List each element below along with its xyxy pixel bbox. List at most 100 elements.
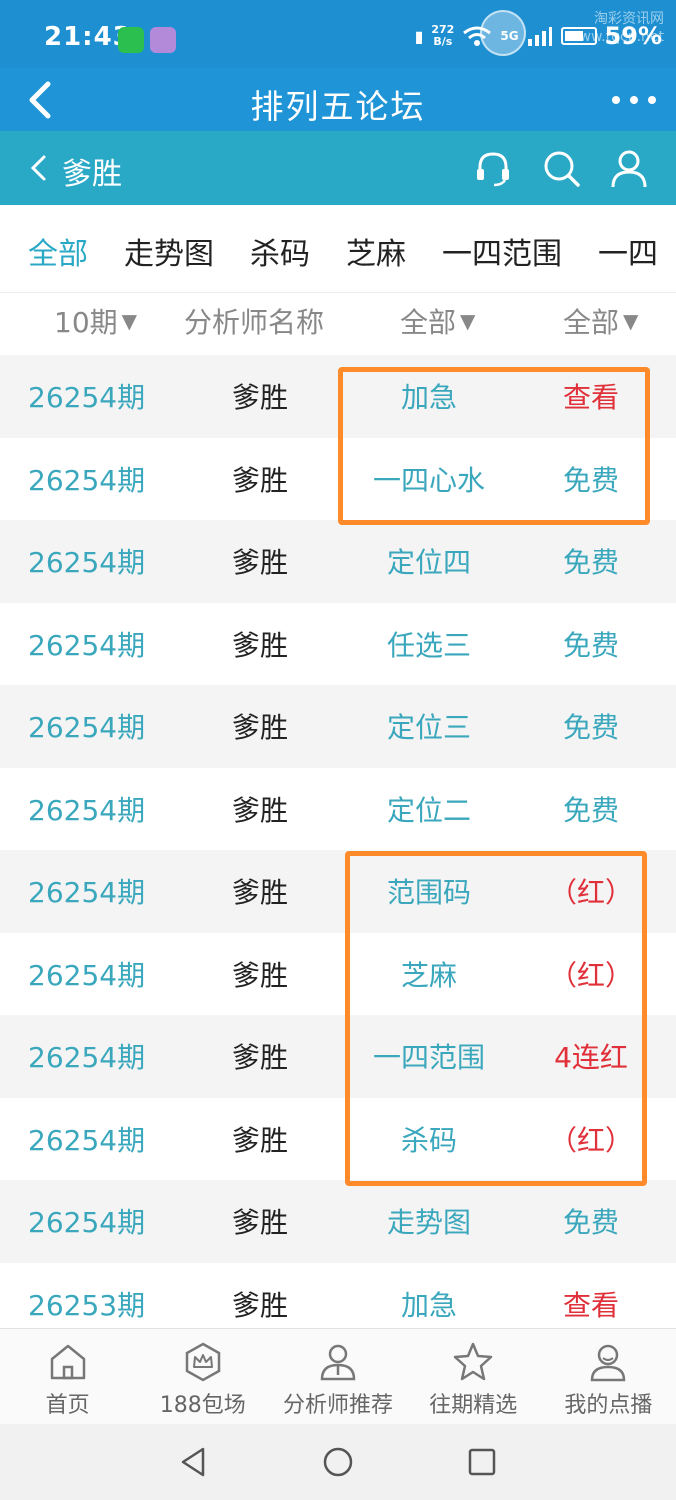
system-back-icon[interactable] [178,1446,210,1478]
prediction-list: 26254期 爹胜 加急 查看 26254期 爹胜 一四心水 免费 26254期… [0,355,676,1345]
signal-icon [527,27,552,46]
table-row[interactable]: 26254期 爹胜 一四范围 4连红 [0,1015,676,1098]
analyst-title[interactable]: 爹胜 [62,149,122,193]
status-filter[interactable]: 全部 ▼ [563,301,638,341]
row-period: 26254期 [28,1041,146,1075]
caret-down-icon: ▼ [460,309,476,333]
row-analyst: 爹胜 [231,711,288,745]
wechat-icon [118,27,144,53]
watermark: 淘彩资讯网 www.tqcp.net [568,11,664,45]
table-row[interactable]: 26254期 爹胜 定位二 免费 [0,767,676,851]
row-period: 26254期 [28,628,146,662]
row-status[interactable]: （红） [520,850,662,933]
title-bar: 排列五论坛 [0,68,676,131]
row-type: 芝麻 [400,958,457,992]
row-period: 26254期 [28,793,146,827]
category-tabs: 全部 走势图 杀码 芝麻 一四范围 一四 [0,205,676,293]
more-menu-icon[interactable] [612,82,656,118]
row-status[interactable]: 免费 [520,685,662,768]
tab-one-four[interactable]: 一四 [598,229,658,273]
row-status[interactable]: 免费 [520,438,662,521]
table-row[interactable]: 26254期 爹胜 任选三 免费 [0,602,676,686]
tab-kill-code[interactable]: 杀码 [250,229,310,273]
filter-bar: 10期 ▼ 分析师名称 全部 ▼ 全部 ▼ [0,293,676,355]
row-period: 26254期 [28,546,146,580]
tab-one-four-range[interactable]: 一四范围 [442,229,562,273]
row-analyst: 爹胜 [231,876,288,910]
nav-analyst-recommend[interactable]: 分析师推荐 [270,1329,405,1424]
profile-icon [591,1344,626,1382]
row-type: 定位四 [386,546,471,580]
row-period: 26254期 [28,876,146,910]
system-nav-bar [0,1424,676,1500]
wifi-icon [463,26,492,46]
period-filter[interactable]: 10期 ▼ [54,301,137,341]
type-filter[interactable]: 全部 ▼ [400,301,475,341]
system-home-icon[interactable] [322,1446,354,1478]
row-status[interactable]: 免费 [520,603,662,686]
net-speed: 272 B/s [431,23,455,48]
nav-past-picks[interactable]: 往期精选 [406,1329,541,1424]
table-row[interactable]: 26254期 爹胜 范围码 （红） [0,850,676,933]
caret-down-icon: ▼ [121,309,138,333]
star-icon [453,1342,493,1381]
table-row[interactable]: 26254期 爹胜 芝麻 （红） [0,932,676,1016]
bottom-nav: 首页 188包场 分析师推荐 往期精选 我的点播 [0,1328,676,1424]
row-status[interactable]: 查看 [520,355,662,438]
nav-home[interactable]: 首页 [0,1329,135,1424]
caret-down-icon: ▼ [623,309,639,333]
row-analyst: 爹胜 [231,546,288,580]
row-period: 26254期 [28,1123,146,1157]
table-row[interactable]: 26254期 爹胜 加急 查看 [0,355,676,438]
row-status[interactable]: （红） [520,933,662,1016]
row-type: 走势图 [386,1206,471,1240]
headset-icon[interactable] [472,147,514,189]
row-period: 26254期 [28,463,146,497]
row-type: 加急 [400,381,457,415]
row-analyst: 爹胜 [231,628,288,662]
row-type: 一四心水 [372,463,485,497]
tab-trend-chart[interactable]: 走势图 [124,229,214,273]
home-icon [50,1344,85,1380]
search-icon[interactable] [540,147,582,189]
row-analyst: 爹胜 [231,1206,288,1240]
table-row[interactable]: 26254期 爹胜 定位四 免费 [0,520,676,603]
analyst-name-header: 分析师名称 [184,306,325,339]
tabs-row: 全部 走势图 杀码 芝麻 一四范围 一四 [28,229,676,273]
row-period: 26254期 [28,711,146,745]
system-recent-apps-icon[interactable] [466,1446,498,1478]
qq-icon [150,27,176,53]
table-row[interactable]: 26254期 爹胜 一四心水 免费 [0,437,676,521]
sub-header: 爹胜 [0,131,676,205]
row-analyst: 爹胜 [231,1123,288,1157]
row-status[interactable]: 免费 [520,520,662,603]
row-analyst: 爹胜 [231,463,288,497]
row-analyst: 爹胜 [231,1041,288,1075]
page-title: 排列五论坛 [250,87,426,126]
row-period: 26254期 [28,1206,146,1240]
crown-icon [185,1342,221,1382]
chevron-left-icon[interactable] [24,151,54,185]
user-icon[interactable] [608,147,650,189]
nav-188-package[interactable]: 188包场 [135,1329,270,1424]
tab-sesame[interactable]: 芝麻 [346,229,406,273]
nav-my-ondemand[interactable]: 我的点播 [541,1329,676,1424]
row-type: 定位二 [386,793,471,827]
status-bar: 21:43 ▮ 272 B/s 5G 59% 淘彩资讯网 www.tqcp.ne… [0,0,676,68]
row-period: 26254期 [28,958,146,992]
row-status[interactable]: 4连红 [520,1015,662,1098]
row-status[interactable]: 免费 [520,1180,662,1263]
table-row[interactable]: 26254期 爹胜 定位三 免费 [0,685,676,768]
tab-all[interactable]: 全部 [28,229,88,273]
table-row[interactable]: 26254期 爹胜 走势图 免费 [0,1180,676,1263]
row-analyst: 爹胜 [231,793,288,827]
vibrate-icon: ▮ [414,26,424,46]
analyst-icon [320,1344,356,1381]
row-type: 任选三 [386,628,471,662]
row-analyst: 爹胜 [231,958,288,992]
row-status[interactable]: （红） [520,1098,662,1181]
table-row[interactable]: 26254期 爹胜 杀码 （红） [0,1097,676,1181]
signal-type: 5G [500,29,519,43]
row-type: 范围码 [386,876,471,910]
row-status[interactable]: 免费 [520,768,662,851]
